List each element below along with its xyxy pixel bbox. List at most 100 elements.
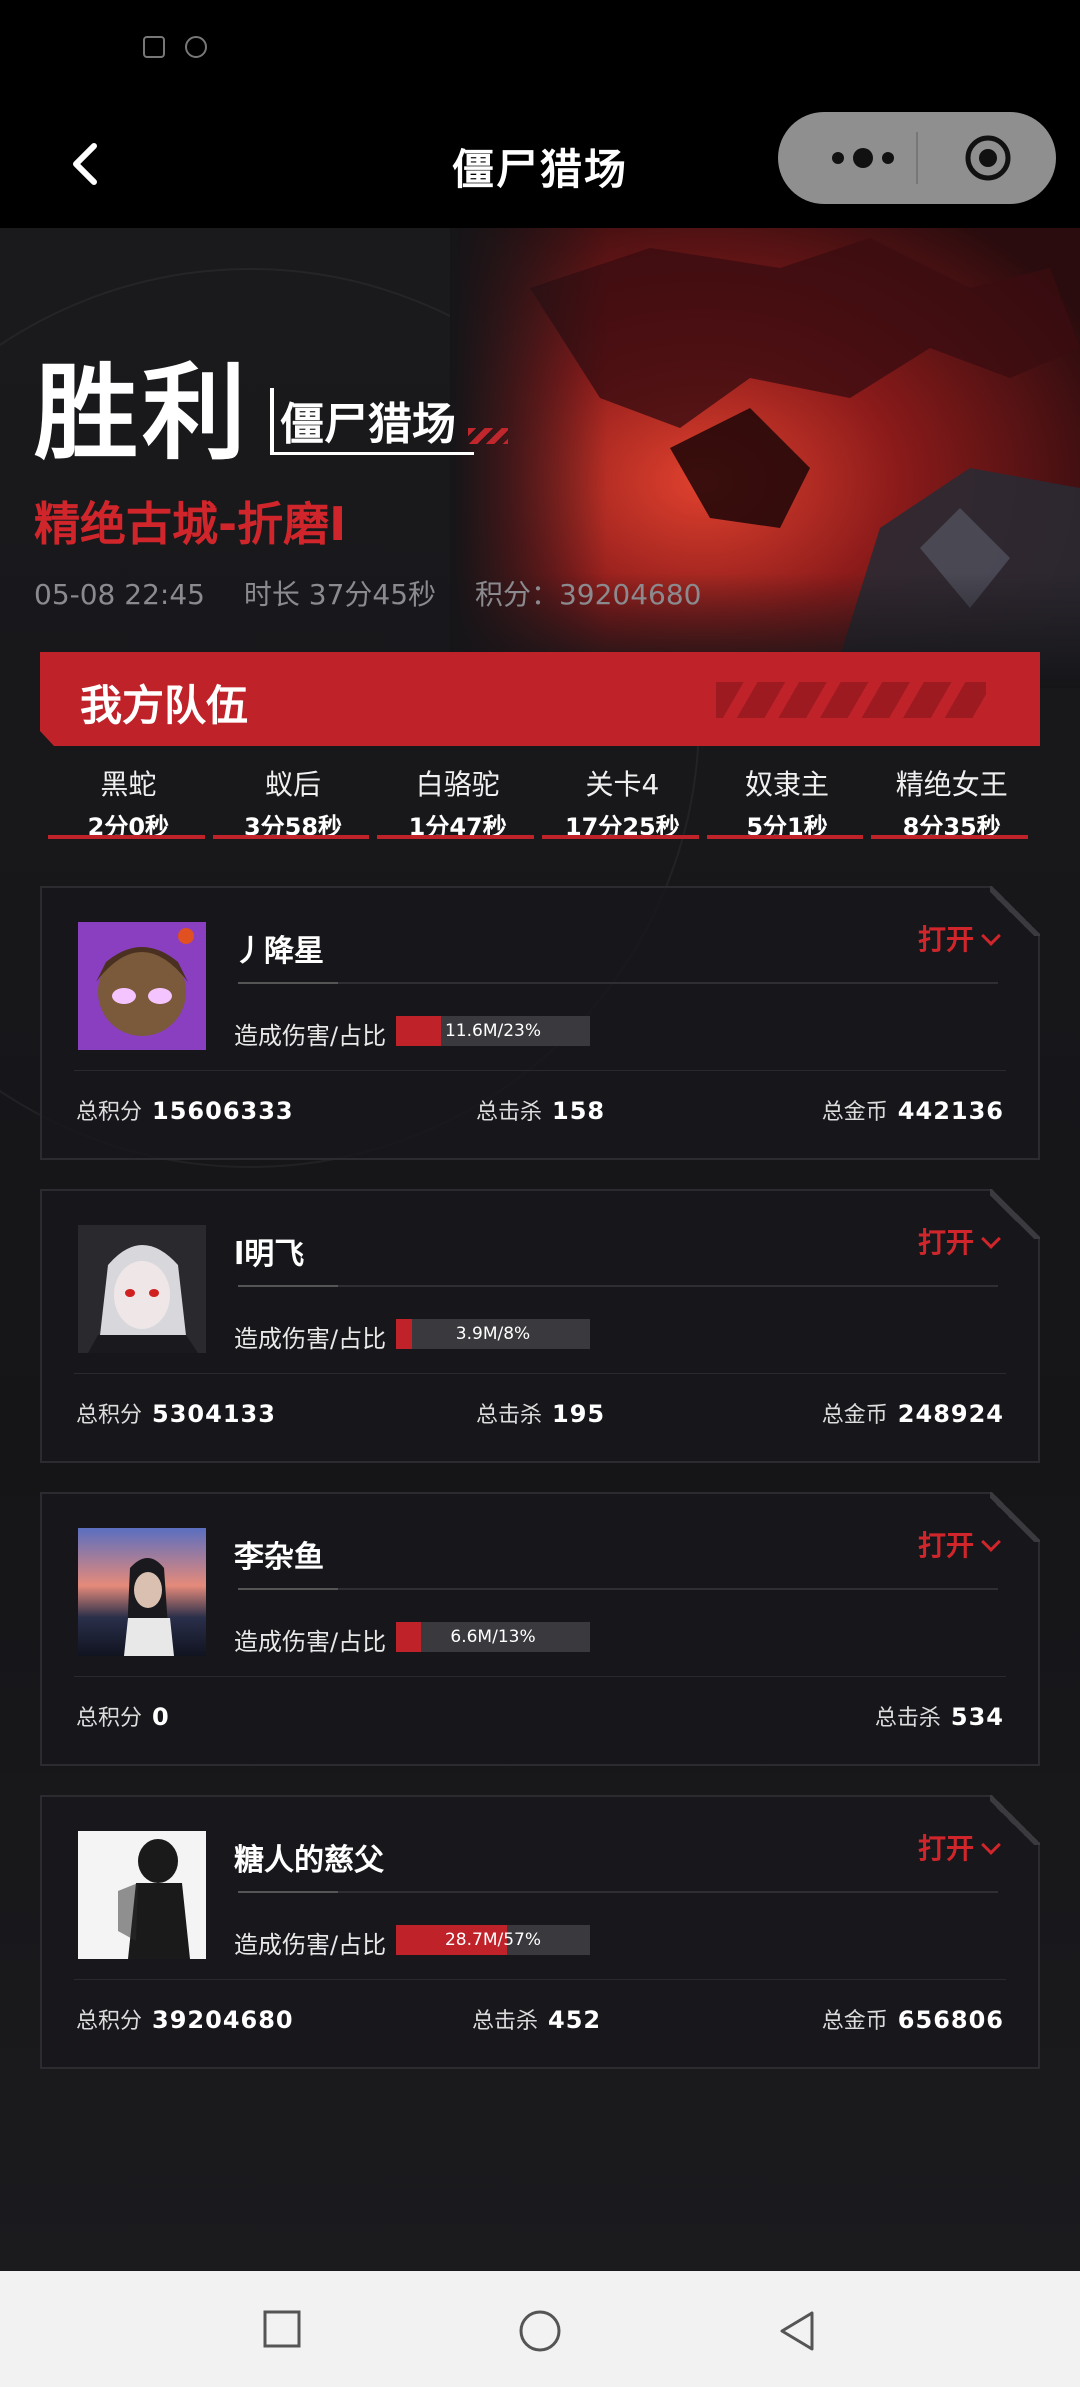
open-button[interactable]: 打开 <box>918 1524 998 1564</box>
boss-item: 精绝女王 8分35秒 <box>869 763 1034 841</box>
stat-label: 总积分 <box>76 2009 143 2034</box>
stat-value: 158 <box>552 1097 606 1125</box>
divider <box>74 1979 1006 1980</box>
damage-bar: 6.6M/13% <box>396 1622 590 1652</box>
boss-name: 精绝女王 <box>895 768 1008 801</box>
match-meta: 05-08 22:45 时长 37分45秒 积分：39204680 <box>34 573 731 613</box>
stat-value: 39204680 <box>152 2006 294 2034</box>
miniprogram-capsule <box>778 112 1056 204</box>
divider <box>74 1676 1006 1677</box>
player-name: 李杂鱼 <box>234 1540 324 1575</box>
chevron-down-icon <box>981 1229 1001 1249</box>
stat-label: 总击杀 <box>476 1100 543 1125</box>
open-button-label: 打开 <box>917 1226 974 1259</box>
stat-value: 534 <box>950 1703 1004 1731</box>
chevron-down-icon <box>981 926 1001 946</box>
player-card: l明飞 打开 造成伤害/占比 3.9M/8% 总积分 5304133 总击杀 195… <box>40 1189 1040 1463</box>
player-card: 糖人的慈父 打开 造成伤害/占比 28.7M/57% 总积分 39204680 总… <box>40 1795 1040 2069</box>
system-nav-bar <box>0 2271 1080 2387</box>
divider <box>74 1373 1006 1374</box>
player-name: 糖人的慈父 <box>234 1843 384 1878</box>
stat-total-gold: 总金币 442136 <box>822 1094 1004 1126</box>
notification-icon <box>185 36 207 58</box>
more-icon[interactable] <box>818 142 928 174</box>
notification-icon <box>143 36 165 58</box>
stat-value: 15606333 <box>152 1097 294 1125</box>
stat-total-kills: 总击杀 195 <box>476 1397 605 1429</box>
stat-total-gold: 总金币 248924 <box>822 1397 1004 1429</box>
boss-item: 奴隶主 5分1秒 <box>705 763 870 841</box>
damage-bar: 28.7M/57% <box>396 1925 590 1955</box>
stat-total-kills: 总击杀 158 <box>476 1094 605 1126</box>
home-icon[interactable] <box>518 2309 562 2353</box>
avatar <box>78 1225 206 1353</box>
open-button[interactable]: 打开 <box>918 918 998 958</box>
damage-value: 11.6M/23% <box>444 1021 542 1041</box>
map-name: 精绝古城-折磨I <box>34 497 347 551</box>
close-miniprogram-icon[interactable] <box>964 134 1012 182</box>
stat-value: 5304133 <box>152 1400 276 1428</box>
stat-label: 总击杀 <box>874 1706 941 1731</box>
open-button-label: 打开 <box>917 923 974 956</box>
status-bar <box>0 0 1080 100</box>
capsule-divider <box>916 132 918 184</box>
team-banner: 我方队伍 <box>40 652 1040 746</box>
stat-total-score: 总积分 5304133 <box>76 1397 276 1429</box>
boss-time: 2分0秒 <box>87 813 170 841</box>
boss-item: 关卡4 17分25秒 <box>540 763 705 841</box>
boss-name: 蚁后 <box>265 768 322 801</box>
stat-total-score: 总积分 39204680 <box>76 2003 294 2035</box>
stat-label: 总击杀 <box>472 2009 539 2034</box>
name-underline <box>238 982 998 984</box>
stat-label: 总积分 <box>76 1706 143 1731</box>
match-duration: 时长 37分45秒 <box>243 578 437 611</box>
stat-total-gold: 总金币 656806 <box>822 2003 1004 2035</box>
boss-name: 白骆驼 <box>415 768 500 801</box>
open-button[interactable]: 打开 <box>918 1221 998 1261</box>
stat-total-kills: 总击杀 452 <box>472 2003 601 2035</box>
damage-label: 造成伤害/占比 <box>234 1931 387 1959</box>
avatar <box>78 922 206 1050</box>
back-triangle-icon[interactable] <box>776 2309 816 2353</box>
avatar <box>78 1831 206 1959</box>
damage-value: 28.7M/57% <box>444 1930 542 1950</box>
victory-title: 胜利 <box>34 352 251 474</box>
damage-value: 6.6M/13% <box>450 1627 536 1647</box>
stat-label: 总金币 <box>821 2009 888 2034</box>
stat-value: 248924 <box>897 1400 1004 1428</box>
divider <box>74 1070 1006 1071</box>
damage-value: 3.9M/8% <box>455 1324 531 1344</box>
open-button-label: 打开 <box>917 1529 974 1562</box>
stat-label: 总击杀 <box>476 1403 543 1428</box>
stripe-decoration <box>468 428 508 444</box>
stat-total-kills: 总击杀 534 <box>875 1700 1004 1732</box>
stat-value: 442136 <box>897 1097 1004 1125</box>
stat-value: 0 <box>152 1703 170 1731</box>
boss-time: 1分47秒 <box>408 813 507 841</box>
boss-item: 白骆驼 1分47秒 <box>375 763 540 841</box>
player-name: l明飞 <box>234 1237 305 1272</box>
avatar <box>78 1528 206 1656</box>
boss-artwork <box>450 228 1080 688</box>
boss-time: 17分25秒 <box>564 813 680 841</box>
open-button[interactable]: 打开 <box>918 1827 998 1867</box>
stat-value: 452 <box>548 2006 602 2034</box>
result-page: 胜利 僵尸猎场 精绝古城-折磨I 05-08 22:45 时长 37分45秒 积… <box>0 228 1080 2271</box>
boss-time: 8分35秒 <box>902 813 1001 841</box>
name-underline <box>238 1285 998 1287</box>
stat-value: 195 <box>552 1400 606 1428</box>
match-score: 积分：39204680 <box>474 578 702 611</box>
damage-label: 造成伤害/占比 <box>234 1325 387 1353</box>
damage-label: 造成伤害/占比 <box>234 1022 387 1050</box>
damage-bar: 3.9M/8% <box>396 1319 590 1349</box>
boss-name: 奴隶主 <box>745 768 830 801</box>
stat-label: 总金币 <box>821 1100 888 1125</box>
team-banner-label: 我方队伍 <box>80 681 249 730</box>
player-card: 李杂鱼 打开 造成伤害/占比 6.6M/13% 总积分 0 总击杀 534 <box>40 1492 1040 1766</box>
chevron-down-icon <box>981 1835 1001 1855</box>
stat-total-score: 总积分 15606333 <box>76 1094 294 1126</box>
boss-timeline: 黑蛇 2分0秒 蚁后 3分58秒 白骆驼 1分47秒 关卡4 17分25秒 奴隶… <box>46 763 1034 841</box>
name-underline <box>238 1588 998 1590</box>
recent-apps-icon[interactable] <box>262 2309 302 2349</box>
boss-item: 蚁后 3分58秒 <box>211 763 376 841</box>
